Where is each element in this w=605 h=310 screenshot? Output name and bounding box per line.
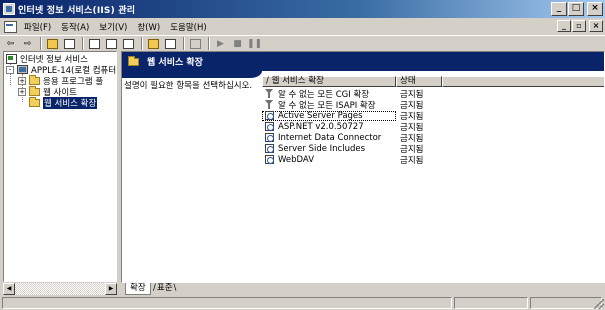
folder-icon bbox=[128, 55, 139, 66]
mdi-controls: _ ▫ × bbox=[556, 20, 603, 32]
list-item[interactable]: 알 수 없는 모든 CGI 확장 금지됨 bbox=[262, 88, 442, 100]
menu-window[interactable]: 창(W) bbox=[132, 21, 165, 33]
column-header-label: 웹 서비스 확장 bbox=[271, 76, 324, 86]
menu-bar: 파일(F) 동작(A) 보기(V) 창(W) 도움말(H) _ ▫ × bbox=[0, 18, 605, 35]
details-header-title: 웹 서비스 확장 bbox=[147, 58, 203, 68]
scroll-left-button[interactable]: ◀ bbox=[3, 283, 15, 295]
mdi-restore-button[interactable]: ▫ bbox=[572, 20, 586, 32]
console-tree: 인터넷 정보 서비스 - APPLE-14(로컬 컴퓨터) + 응용 프로그램 … bbox=[3, 51, 117, 282]
close-button[interactable]: × bbox=[587, 2, 603, 16]
view-tabs: 확장 표준 bbox=[121, 283, 605, 296]
collapse-icon[interactable]: - bbox=[6, 65, 14, 74]
back-icon[interactable]: ⇦ bbox=[3, 37, 18, 51]
maximize-button[interactable]: □ bbox=[568, 2, 584, 16]
refresh-icon[interactable] bbox=[104, 37, 119, 51]
extension-status: 금지됨 bbox=[400, 155, 424, 166]
toolbar-separator bbox=[82, 37, 84, 50]
export-list-icon[interactable] bbox=[121, 37, 136, 51]
scroll-track[interactable] bbox=[15, 283, 105, 295]
list-item[interactable]: ASP.NET v2.0.50727 금지됨 bbox=[262, 121, 442, 133]
column-header-name[interactable]: / 웹 서비스 확장 bbox=[262, 76, 396, 87]
forward-icon[interactable]: ⇨ bbox=[20, 37, 35, 51]
status-bar bbox=[0, 296, 605, 310]
status-cell bbox=[454, 297, 528, 309]
window-controls: _ □ × bbox=[550, 2, 603, 16]
details-header: 웹 서비스 확장 bbox=[122, 52, 604, 71]
expand-icon[interactable]: + bbox=[18, 87, 26, 96]
toolbar-separator bbox=[183, 37, 185, 50]
mmc-system-icon[interactable] bbox=[3, 20, 17, 33]
tree-item-web-service-extensions[interactable]: 웹 서비스 확장 bbox=[29, 96, 98, 109]
console-icon[interactable] bbox=[163, 37, 178, 51]
mdi-close-button[interactable]: × bbox=[589, 20, 603, 32]
status-cell bbox=[530, 297, 602, 309]
extension-name: Server Side Includes bbox=[278, 143, 366, 154]
menu-help[interactable]: 도움말(H) bbox=[165, 21, 211, 33]
filter-icon bbox=[265, 100, 274, 109]
extension-icon bbox=[265, 111, 274, 120]
list-item[interactable]: 알 수 없는 모든 ISAPI 확장 금지됨 bbox=[262, 99, 442, 111]
toolbar: ⇦ ⇨ ▶ ■ ❚❚ bbox=[0, 35, 605, 51]
properties-icon[interactable] bbox=[87, 37, 102, 51]
mdi-minimize-button[interactable]: _ bbox=[557, 20, 571, 32]
computer-icon[interactable] bbox=[188, 37, 203, 51]
window-title: 인터넷 정보 서비스(IIS) 관리 bbox=[18, 5, 136, 16]
list-item[interactable]: Server Side Includes 금지됨 bbox=[262, 143, 442, 155]
folder-icon bbox=[29, 96, 40, 107]
scroll-right-button[interactable]: ▶ bbox=[105, 283, 117, 295]
help-icon[interactable] bbox=[146, 37, 161, 51]
extension-name: Active Server Pages bbox=[278, 110, 363, 121]
extension-icon bbox=[265, 122, 274, 131]
status-cell-main bbox=[2, 297, 452, 309]
folder-icon bbox=[29, 85, 40, 96]
list-header: / 웹 서비스 확장 상태 bbox=[262, 76, 604, 87]
toolbar-separator bbox=[141, 37, 143, 50]
extension-icon bbox=[265, 144, 274, 153]
minimize-button[interactable]: _ bbox=[551, 2, 567, 16]
extension-icon bbox=[265, 133, 274, 142]
folder-icon bbox=[29, 74, 40, 85]
extension-name: ASP.NET v2.0.50727 bbox=[278, 121, 364, 132]
title-bar: 인터넷 정보 서비스(IIS) 관리 _ □ × bbox=[0, 0, 605, 18]
column-header-status[interactable]: 상태 bbox=[396, 76, 442, 87]
extension-icon bbox=[265, 155, 274, 164]
menu-action[interactable]: 동작(A) bbox=[56, 21, 94, 33]
resize-grip[interactable] bbox=[594, 299, 604, 309]
menu-file[interactable]: 파일(F) bbox=[19, 21, 56, 33]
filter-icon bbox=[265, 89, 274, 98]
up-folder-icon[interactable] bbox=[45, 37, 60, 51]
extension-name: 알 수 없는 모든 ISAPI 확장 bbox=[278, 100, 376, 111]
computer-icon bbox=[17, 65, 28, 74]
expand-icon[interactable]: + bbox=[18, 76, 26, 85]
tree-horizontal-scrollbar[interactable]: ◀ ▶ bbox=[3, 283, 117, 295]
tree-item-web-sites[interactable]: + 웹 사이트 bbox=[18, 85, 77, 98]
tree-item-label: 웹 서비스 확장 bbox=[43, 96, 98, 109]
toolbar-separator bbox=[40, 37, 42, 50]
stop-icon[interactable]: ■ bbox=[230, 37, 245, 51]
tab-extended[interactable]: 확장 bbox=[125, 283, 151, 295]
list-item[interactable]: Active Server Pages 금지됨 bbox=[262, 110, 442, 122]
description-text: 설명이 필요한 항목을 선택하십시오. bbox=[124, 81, 253, 91]
list-item[interactable]: Internet Data Connector 금지됨 bbox=[262, 132, 442, 144]
tree-item-app-pools[interactable]: + 응용 프로그램 풀 bbox=[18, 74, 103, 87]
play-icon[interactable]: ▶ bbox=[213, 37, 228, 51]
iis-app-icon bbox=[3, 3, 15, 15]
extension-name: WebDAV bbox=[278, 154, 315, 165]
pause-icon[interactable]: ❚❚ bbox=[247, 37, 262, 51]
extension-name: Internet Data Connector bbox=[278, 132, 382, 143]
show-tree-icon[interactable] bbox=[62, 37, 77, 51]
menu-view[interactable]: 보기(V) bbox=[94, 21, 132, 33]
tree-item-iis-root[interactable]: 인터넷 정보 서비스 bbox=[6, 53, 88, 65]
iis-icon bbox=[6, 53, 17, 64]
column-header-filler bbox=[442, 76, 604, 87]
details-pane: 웹 서비스 확장 설명이 필요한 항목을 선택하십시오. / 웹 서비스 확장 … bbox=[121, 51, 605, 283]
tree-item-server[interactable]: - APPLE-14(로컬 컴퓨터) bbox=[6, 64, 116, 76]
toolbar-separator bbox=[208, 37, 210, 50]
tab-standard[interactable]: 표준 bbox=[149, 283, 180, 295]
list-item[interactable]: WebDAV 금지됨 bbox=[262, 154, 442, 166]
sort-indicator: / bbox=[266, 76, 269, 86]
